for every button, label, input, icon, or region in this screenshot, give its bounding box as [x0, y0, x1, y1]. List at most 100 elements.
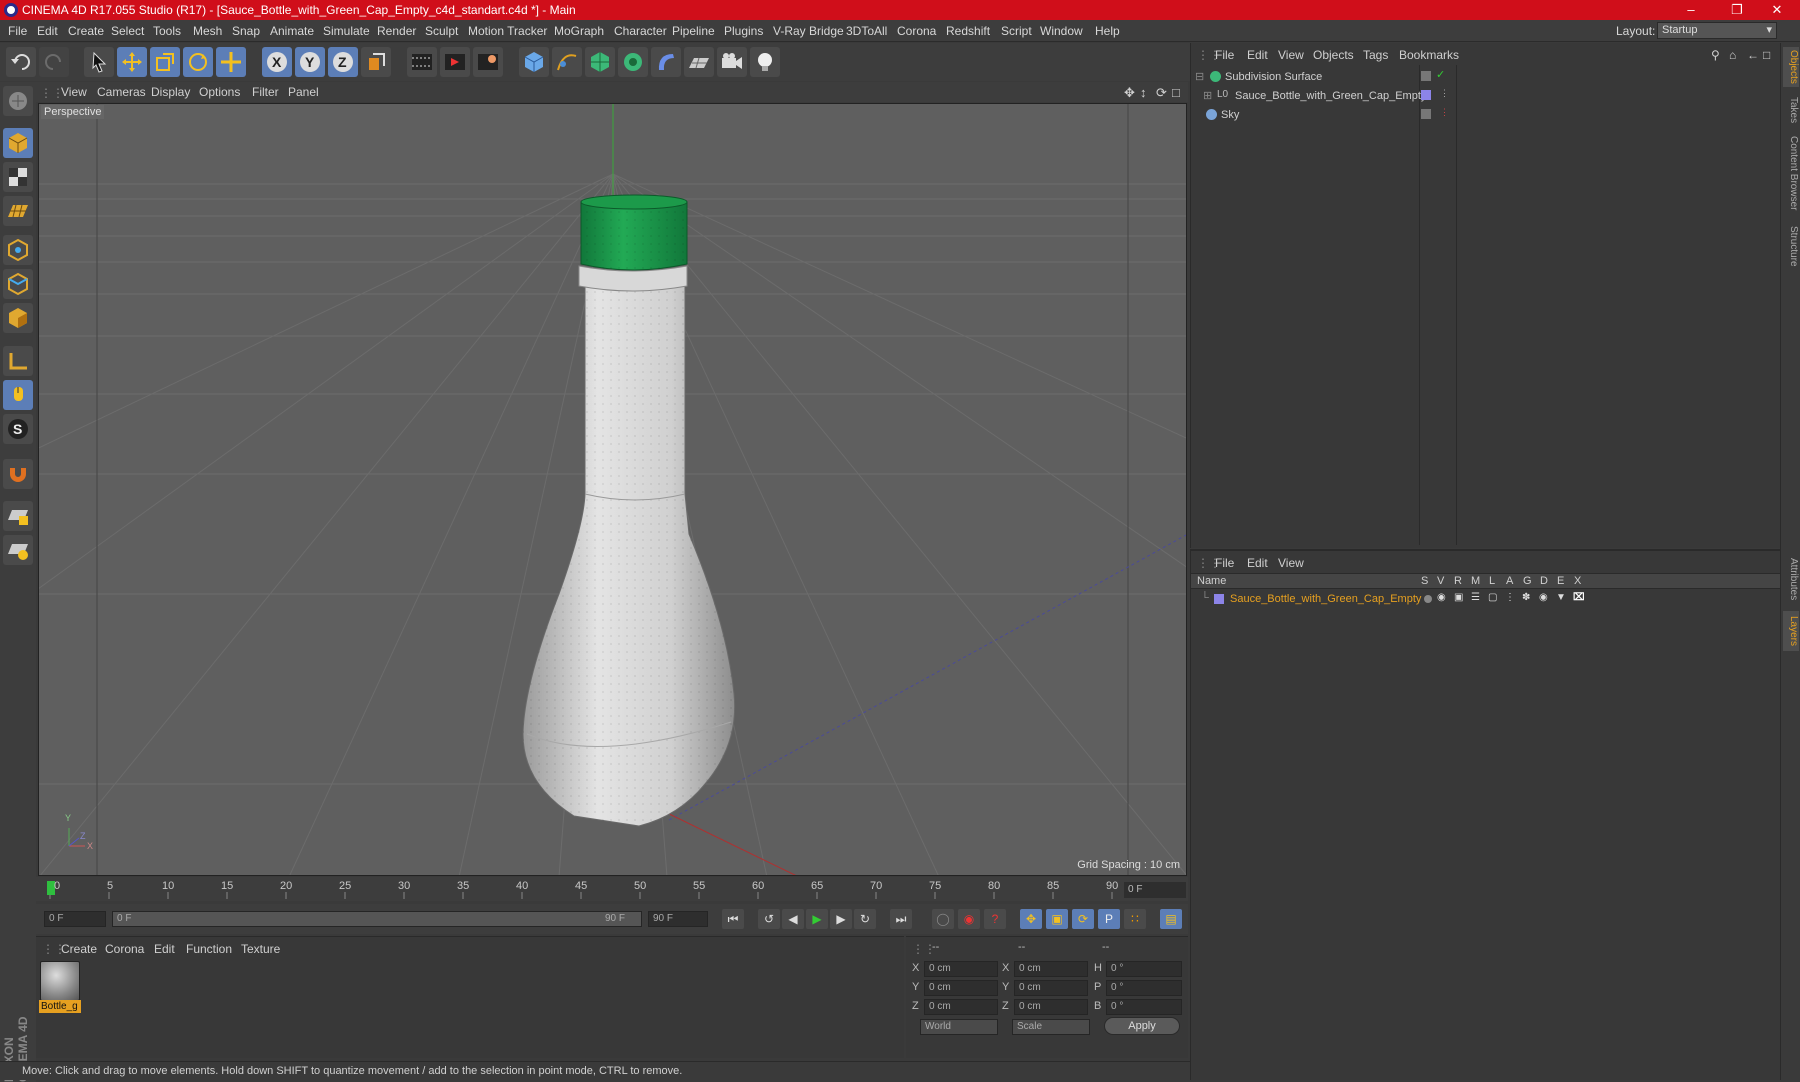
render-to-picture-viewer-button[interactable] [440, 47, 470, 77]
pos-x-field[interactable]: 0 cm [924, 961, 998, 977]
menu-edit[interactable]: Edit [37, 24, 58, 38]
menu-animate[interactable]: Animate [270, 24, 314, 38]
visibility-toggle-icon[interactable] [1421, 71, 1431, 81]
xref-icon[interactable]: ⌧ [1573, 592, 1585, 603]
viewport-menu-display[interactable]: Display [151, 85, 190, 99]
snap-magnet-button[interactable] [3, 459, 33, 489]
menu-corona[interactable]: Corona [897, 24, 936, 38]
close-button[interactable]: ✕ [1754, 0, 1800, 20]
viewport-maximize-icon[interactable]: □ [1172, 85, 1180, 100]
viewport-menu-cameras[interactable]: Cameras [97, 85, 146, 99]
y-axis-lock-button[interactable]: Y [295, 47, 325, 77]
make-editable-button[interactable] [3, 86, 33, 116]
scale-tool-button[interactable] [150, 47, 180, 77]
viewport-zoom-icon[interactable]: ↕ [1140, 85, 1147, 100]
layers-menu-file[interactable]: File [1215, 556, 1234, 570]
object-row[interactable]: Sky ⋮ [1191, 107, 1781, 124]
layout-dropdown[interactable]: Startup ▾ [1657, 22, 1777, 39]
menu-simulate[interactable]: Simulate [323, 24, 370, 38]
layers-menu-edit[interactable]: Edit [1247, 556, 1268, 570]
rot-h-field[interactable]: 0 ° [1106, 961, 1182, 977]
size-z-field[interactable]: 0 cm [1014, 999, 1088, 1015]
viewport-menu-panel[interactable]: Panel [288, 85, 319, 99]
solo-icon[interactable] [1424, 595, 1432, 603]
points-mode-button[interactable] [3, 235, 33, 265]
material-menu-corona[interactable]: Corona [105, 942, 144, 956]
record-button[interactable]: ◉ [958, 909, 980, 929]
size-x-field[interactable]: 0 cm [1014, 961, 1088, 977]
subdivision-surface-button[interactable] [585, 47, 615, 77]
tab-structure[interactable]: Structure [1783, 221, 1799, 271]
key-parameter-button[interactable]: P [1098, 909, 1120, 929]
go-to-end-button[interactable]: ⏭ [890, 909, 912, 929]
camera-object-button[interactable] [717, 47, 747, 77]
menu-plugins[interactable]: Plugins [724, 24, 763, 38]
go-to-start-button[interactable]: ⏮ [722, 909, 744, 929]
prev-frame-button[interactable]: ◀ [782, 909, 804, 929]
objects-menu-file[interactable]: File [1215, 48, 1234, 62]
material-name[interactable]: Bottle_g [39, 1000, 81, 1013]
viewport-menu-filter[interactable]: Filter [252, 85, 279, 99]
menu-help[interactable]: Help [1095, 24, 1120, 38]
motion-record-icon[interactable]: ◯ [932, 909, 954, 929]
key-position-button[interactable]: ✥ [1020, 909, 1042, 929]
menu-vray-bridge[interactable]: V-Ray Bridge [773, 24, 844, 38]
pen-spline-button[interactable] [552, 47, 582, 77]
array-mograph-button[interactable] [618, 47, 648, 77]
view-eye-icon[interactable]: ◉ [1437, 592, 1446, 603]
polygons-mode-button[interactable] [3, 303, 33, 333]
menu-create[interactable]: Create [68, 24, 104, 38]
search-icon[interactable]: ⚲ [1711, 48, 1720, 62]
floor-object-button[interactable] [684, 47, 714, 77]
object-row[interactable]: ⊟ Subdivision Surface ✓ [1191, 69, 1781, 86]
current-frame-field[interactable]: 0 F [1124, 882, 1186, 898]
menu-character[interactable]: Character [614, 24, 667, 38]
deformer-button[interactable] [651, 47, 681, 77]
size-y-field[interactable]: 0 cm [1014, 980, 1088, 996]
new-view-icon[interactable]: □ [1763, 48, 1770, 62]
material-menu-edit[interactable]: Edit [154, 942, 175, 956]
home-icon[interactable]: ⌂ [1729, 48, 1736, 62]
pos-y-field[interactable]: 0 cm [924, 980, 998, 996]
material-menu-function[interactable]: Function [186, 942, 232, 956]
menu-pipeline[interactable]: Pipeline [672, 24, 715, 38]
apply-button[interactable]: Apply [1104, 1017, 1180, 1035]
objects-menu-view[interactable]: View [1278, 48, 1304, 62]
edges-mode-button[interactable] [3, 269, 33, 299]
menu-snap[interactable]: Snap [232, 24, 260, 38]
render-view-button[interactable] [407, 47, 437, 77]
menu-window[interactable]: Window [1040, 24, 1083, 38]
end-frame-field[interactable]: 90 F [648, 911, 708, 927]
move-tool-button[interactable] [117, 47, 147, 77]
deformers-icon[interactable]: ◉ [1539, 592, 1548, 603]
rotate-tool-button[interactable] [183, 47, 213, 77]
expressions-icon[interactable]: ▼ [1556, 592, 1566, 603]
material-menu-texture[interactable]: Texture [241, 942, 280, 956]
timeline-window-button[interactable]: ▤ [1160, 909, 1182, 929]
z-axis-lock-button[interactable]: Z [328, 47, 358, 77]
layers-menu-view[interactable]: View [1278, 556, 1304, 570]
layer-color-icon[interactable] [1214, 594, 1224, 604]
menu-tools[interactable]: Tools [153, 24, 181, 38]
lock-icon[interactable]: ▢ [1488, 592, 1497, 603]
axis-mode-button[interactable] [3, 346, 33, 376]
redo-button[interactable] [39, 47, 69, 77]
menu-motion-tracker[interactable]: Motion Tracker [468, 24, 547, 38]
frame-range-slider[interactable]: 0 F 90 F [112, 911, 642, 927]
tab-takes[interactable]: Takes [1783, 95, 1799, 125]
key-rotation-button[interactable]: ⟳ [1072, 909, 1094, 929]
tab-attributes[interactable]: Attributes [1783, 553, 1799, 605]
coordinate-system-button[interactable] [361, 47, 391, 77]
start-frame-field[interactable]: 0 F [44, 911, 106, 927]
texture-mode-button[interactable] [3, 162, 33, 192]
live-selection-button[interactable] [84, 47, 114, 77]
cube-object-button[interactable] [519, 47, 549, 77]
camera-label[interactable]: Perspective [41, 105, 105, 119]
workplane-mode-button[interactable] [3, 196, 33, 226]
pos-z-field[interactable]: 0 cm [924, 999, 998, 1015]
undo-button[interactable] [6, 47, 36, 77]
x-axis-lock-button[interactable]: X [262, 47, 292, 77]
visibility-dots-icon[interactable]: ⋮ [1440, 107, 1449, 118]
next-frame-button[interactable]: ▶ [830, 909, 852, 929]
menu-mograph[interactable]: MoGraph [554, 24, 604, 38]
